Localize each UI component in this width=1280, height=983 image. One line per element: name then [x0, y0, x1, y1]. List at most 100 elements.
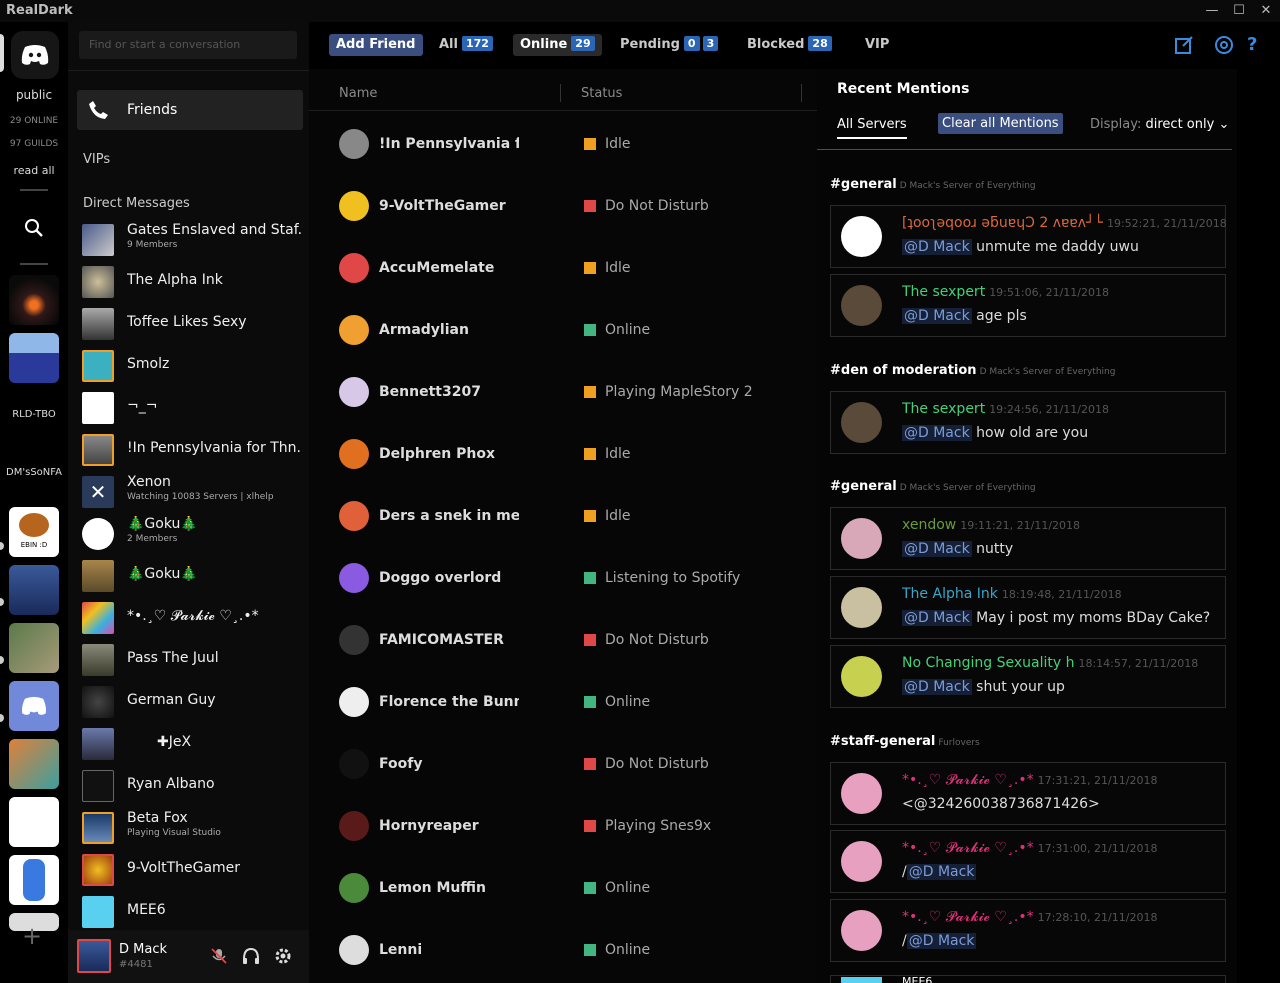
- friend-row[interactable]: Lemon Muffin Online: [309, 858, 817, 920]
- guild-icon-penguin[interactable]: [9, 333, 59, 383]
- dm-item[interactable]: 🎄Goku🎄 2 Members: [82, 516, 304, 552]
- author-name[interactable]: The sexpert: [902, 401, 985, 417]
- tab-online[interactable]: Online 29: [513, 34, 602, 56]
- dm-item[interactable]: !In Pennsylvania for Thn...: [82, 432, 304, 468]
- dm-item[interactable]: Ryan Albano: [82, 768, 304, 804]
- friend-row[interactable]: FAMICOMASTER Do Not Disturb: [309, 610, 817, 672]
- tab-all[interactable]: All 172: [432, 34, 500, 56]
- search-icon[interactable]: [24, 218, 44, 242]
- new-group-dm-icon[interactable]: [1173, 34, 1195, 56]
- guild-icon-blue-char[interactable]: [9, 855, 59, 905]
- friend-row[interactable]: Doggo overlord Listening to Spotify: [309, 548, 817, 610]
- guild-icon-spider[interactable]: [9, 275, 59, 325]
- headphones-icon[interactable]: [241, 946, 261, 966]
- friend-row[interactable]: AccuMemelate Idle: [309, 238, 817, 300]
- dm-item[interactable]: *•.¸♡ 𝓟𝓪𝓻𝓴𝓲𝓮 ♡¸.•*: [82, 600, 304, 636]
- help-icon[interactable]: ?: [1247, 34, 1269, 56]
- dm-item[interactable]: MEE6: [82, 894, 304, 930]
- mention-card[interactable]: The sexpert 19:51:06, 21/11/2018 @D Mack a…: [830, 274, 1226, 337]
- guild-icon-plants[interactable]: [9, 623, 59, 673]
- dm-item[interactable]: Toffee Likes Sexy: [82, 306, 304, 342]
- author-name[interactable]: [ʇooʅǝqooɹ ǝƃuɐɥƆ 2 ʌɐɐʌ┘└: [902, 215, 1103, 231]
- dm-item[interactable]: ¬_¬: [82, 390, 304, 426]
- author-name[interactable]: *•.¸♡ 𝓟𝓪𝓻𝓴𝓲𝓮 ♡¸.•*: [902, 772, 1034, 788]
- dm-item[interactable]: ✕ Xenon Watching 10083 Servers | xlhelp: [82, 474, 304, 510]
- mention-body: @D Mack unmute me daddy uwu: [902, 239, 1139, 255]
- mention-card[interactable]: xendow 19:11:21, 21/11/2018 @D Mack nutty: [830, 507, 1226, 570]
- channel-header[interactable]: #general D Mack's Server of Everything: [830, 479, 1036, 494]
- mention-card[interactable]: *•.¸♡ 𝓟𝓪𝓻𝓴𝓲𝓮 ♡¸.•* 17:31:21, 21/11/2018 <@…: [830, 762, 1226, 825]
- friend-row[interactable]: !In Pennsylvania f... Idle: [309, 114, 817, 176]
- friend-row[interactable]: Delphren Phox Idle: [309, 424, 817, 486]
- tab-vip[interactable]: VIP: [858, 34, 896, 56]
- dm-item[interactable]: ✚JeX: [82, 726, 304, 762]
- author-name[interactable]: *•.¸♡ 𝓟𝓪𝓻𝓴𝓲𝓮 ♡¸.•*: [902, 840, 1034, 856]
- add-server-icon[interactable]: +: [22, 922, 42, 950]
- friend-row[interactable]: Bennett3207 Playing MapleStory 2: [309, 362, 817, 424]
- mention-tag[interactable]: @D Mack: [902, 425, 972, 441]
- mention-tag[interactable]: @D Mack: [902, 679, 972, 695]
- mention-card[interactable]: *•.¸♡ 𝓟𝓪𝓻𝓴𝓲𝓮 ♡¸.•* 17:31:00, 21/11/2018 /@…: [830, 830, 1226, 893]
- channel-header[interactable]: #staff-general Furlovers: [830, 734, 980, 749]
- dm-item[interactable]: Gates Enslaved and Staf... 9 Members: [82, 222, 304, 258]
- guild-icon-fox[interactable]: [9, 739, 59, 789]
- col-status-header[interactable]: Status: [581, 86, 622, 101]
- vips-nav-item[interactable]: VIPs: [83, 152, 110, 167]
- guild-icon-truck[interactable]: [9, 565, 59, 615]
- search-input[interactable]: Find or start a conversation: [79, 31, 297, 59]
- mention-card[interactable]: *•.¸♡ 𝓟𝓪𝓻𝓴𝓲𝓮 ♡¸.•* 17:28:10, 21/11/2018 /@…: [830, 899, 1226, 962]
- mention-card[interactable]: The sexpert 19:24:56, 21/11/2018 @D Mack h…: [830, 391, 1226, 454]
- friend-row[interactable]: Ders a snek in me... Idle: [309, 486, 817, 548]
- mention-tag[interactable]: @D Mack: [902, 239, 972, 255]
- friend-row[interactable]: Hornyreaper Playing Snes9x: [309, 796, 817, 858]
- author-name[interactable]: The sexpert: [902, 284, 985, 300]
- mute-mic-icon[interactable]: [209, 946, 229, 966]
- mention-tag[interactable]: @D Mack: [902, 610, 972, 626]
- dm-name: 9-VoltTheGamer: [127, 860, 241, 876]
- dm-item[interactable]: 9-VoltTheGamer: [82, 852, 304, 888]
- dm-item[interactable]: German Guy: [82, 684, 304, 720]
- dm-item[interactable]: Pass The Juul: [82, 642, 304, 678]
- dm-item[interactable]: 🎄Goku🎄: [82, 558, 304, 594]
- dm-item[interactable]: The Alpha Ink: [82, 264, 304, 300]
- channel-header[interactable]: #general D Mack's Server of Everything: [830, 177, 1036, 192]
- tab-all-servers[interactable]: All Servers: [837, 117, 907, 139]
- friend-row[interactable]: Lenni Online: [309, 920, 817, 982]
- mention-tag[interactable]: @D Mack: [902, 541, 972, 557]
- folder-rld-tbo[interactable]: RLD-TBO: [0, 409, 68, 420]
- author-name[interactable]: No Changing Sexuality h: [902, 655, 1074, 671]
- dm-item[interactable]: Smolz: [82, 348, 304, 384]
- author-name[interactable]: The Alpha Ink: [902, 586, 998, 602]
- tab-blocked[interactable]: Blocked 28: [740, 34, 839, 56]
- author-name[interactable]: *•.¸♡ 𝓟𝓪𝓻𝓴𝓲𝓮 ♡¸.•*: [902, 909, 1034, 925]
- clear-mentions-button[interactable]: Clear all Mentions: [938, 113, 1063, 134]
- channel-header[interactable]: #den of moderation D Mack's Server of Eve…: [830, 363, 1115, 378]
- folder-dms[interactable]: DM'sSoNFA: [0, 467, 68, 478]
- guild-icon-sketch[interactable]: [9, 797, 59, 847]
- guild-icon-ebin[interactable]: EBIN :D: [9, 507, 59, 557]
- col-name-header[interactable]: Name: [339, 86, 377, 101]
- avatar[interactable]: [77, 939, 111, 973]
- home-button[interactable]: [11, 31, 59, 79]
- guild-icon-discord[interactable]: [9, 681, 59, 731]
- mention-card[interactable]: [ʇooʅǝqooɹ ǝƃuɐɥƆ 2 ʌɐɐʌ┘└ 19:52:21, 21/1…: [830, 205, 1227, 268]
- mention-tag[interactable]: @D Mack: [906, 933, 977, 949]
- friend-row[interactable]: Foofy Do Not Disturb: [309, 734, 817, 796]
- add-friend-button[interactable]: Add Friend: [329, 34, 423, 56]
- dm-item[interactable]: Beta Fox Playing Visual Studio: [82, 810, 304, 846]
- friend-row[interactable]: 9-VoltTheGamer Do Not Disturb: [309, 176, 817, 238]
- friends-nav-item[interactable]: Friends: [77, 90, 303, 130]
- mentions-icon[interactable]: [1213, 34, 1235, 56]
- read-all-button[interactable]: read all: [0, 164, 68, 177]
- mention-tag[interactable]: @D Mack: [906, 864, 977, 880]
- mention-card[interactable]: The Alpha Ink 18:19:48, 21/11/2018 @D Mack…: [830, 576, 1226, 639]
- mention-tag[interactable]: @D Mack: [902, 308, 972, 324]
- display-filter-dropdown[interactable]: Display: direct only ⌄: [1090, 117, 1229, 132]
- friend-row[interactable]: Florence the Bunn... Online: [309, 672, 817, 734]
- friend-row[interactable]: Armadylian Online: [309, 300, 817, 362]
- settings-gear-icon[interactable]: [273, 946, 293, 966]
- tab-pending[interactable]: Pending 0 3: [613, 34, 725, 56]
- mention-card[interactable]: No Changing Sexuality h 18:14:57, 21/11/2…: [830, 645, 1226, 708]
- author-name[interactable]: xendow: [902, 517, 956, 533]
- close-button[interactable]: ✕: [1249, 1, 1280, 21]
